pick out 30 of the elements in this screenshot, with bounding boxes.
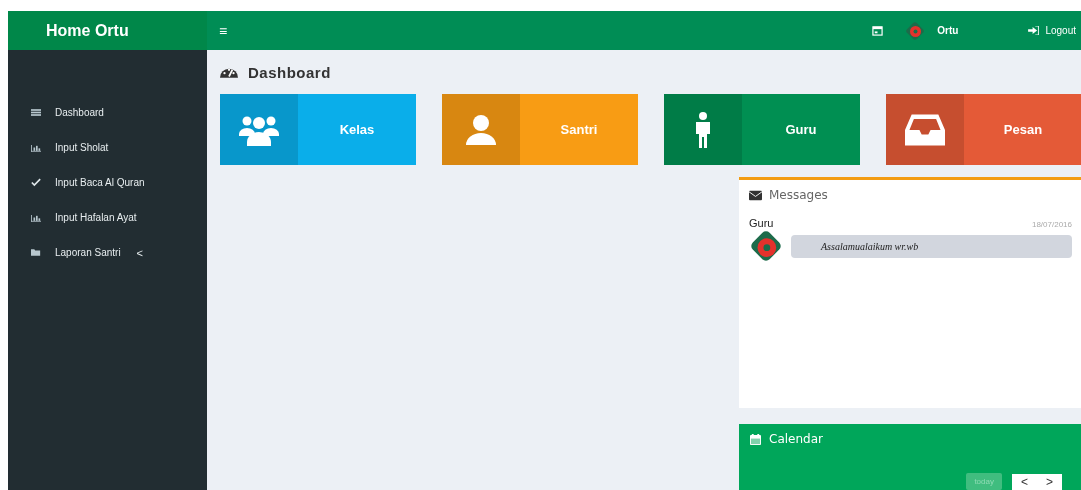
menu-toggle-button[interactable]: ≡ xyxy=(215,20,232,41)
envelope-icon xyxy=(749,189,762,201)
logout-button[interactable]: Logout xyxy=(1026,23,1078,38)
sidebar-item[interactable]: Input Hafalan Ayat xyxy=(8,200,207,235)
sidebar-item[interactable]: Laporan Santri < xyxy=(8,235,207,270)
message-sender: Guru xyxy=(749,217,774,229)
list-icon xyxy=(31,108,41,117)
sidebar-item[interactable]: Input Sholat xyxy=(8,130,207,165)
calendar-icon xyxy=(749,433,762,445)
user-name[interactable]: Ortu xyxy=(937,25,959,36)
sidebar-item[interactable]: Input Baca Al Quran xyxy=(8,165,207,200)
info-tile[interactable]: Kelas xyxy=(220,94,416,165)
person-icon xyxy=(695,111,711,148)
bar-chart-icon xyxy=(31,213,41,222)
sign-out-icon xyxy=(1028,26,1040,35)
bar-chart-icon xyxy=(31,143,41,152)
message-time: 18/07/2016 xyxy=(1031,220,1072,229)
caret-icon: < xyxy=(136,246,144,259)
messages-title: Messages xyxy=(769,188,828,202)
inbox-tray-icon xyxy=(905,113,945,146)
folder-icon xyxy=(31,248,41,257)
info-tile[interactable]: Pesan xyxy=(886,94,1081,165)
message-bubble: Assalamualaikum wr.wb xyxy=(791,234,1072,258)
sidebar-item[interactable]: Dashboard xyxy=(8,95,207,130)
brand-title[interactable]: Home Ortu xyxy=(8,11,207,50)
calendar-title: Calendar xyxy=(769,432,823,446)
calendar-icon[interactable] xyxy=(872,25,884,36)
info-tile[interactable]: Guru xyxy=(664,94,860,165)
check-icon xyxy=(31,178,41,187)
page-title: Dashboard xyxy=(248,63,331,81)
